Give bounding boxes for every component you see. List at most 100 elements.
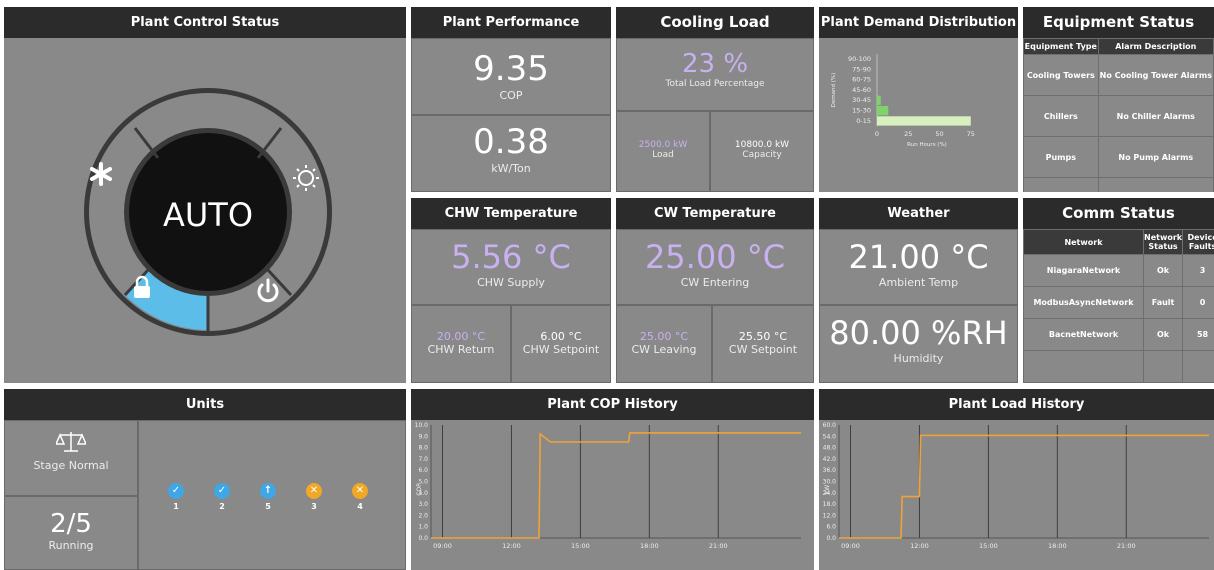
- humidity-value: 80.00 %RH: [829, 314, 1008, 352]
- running-label: Running: [48, 539, 94, 552]
- scale-icon: [54, 432, 88, 452]
- check-icon: ✓: [168, 483, 184, 499]
- units-panel: Units Stage Normal 2/5 Running ✓ 1 ✓ 2 ↑ 5 ✕ 3 ✕…: [4, 389, 406, 570]
- cooling-load-panel: Cooling Load 23 % Total Load Percentage …: [616, 7, 814, 192]
- chw-temperature-panel: CHW Temperature 5.56 °C CHW Supply 20.00…: [411, 198, 611, 383]
- tick-label: 6.0: [418, 467, 428, 474]
- tick-label: 12:00: [910, 542, 929, 550]
- ambient-temp-label: Ambient Temp: [878, 276, 959, 289]
- device-faults: 3: [1182, 254, 1214, 287]
- tick-label: 48.0: [823, 445, 837, 452]
- table-row[interactable]: ModbusAsyncNetwork Fault 0: [1023, 286, 1214, 319]
- table-row[interactable]: Cooling Towers No Cooling Tower Alarms: [1023, 54, 1214, 96]
- mode-label: AUTO: [163, 196, 253, 234]
- unit-item[interactable]: ✓ 2: [211, 483, 233, 511]
- tick-label: 75-90: [852, 65, 871, 73]
- network-status: Ok: [1142, 318, 1184, 351]
- panel-title: CHW Temperature: [411, 198, 611, 229]
- unit-id: 5: [265, 502, 271, 511]
- panel-title: CW Temperature: [616, 198, 814, 229]
- panel-title: Weather: [819, 198, 1018, 229]
- network-name: BacnetNetwork: [1023, 318, 1144, 351]
- check-icon: ✓: [214, 483, 230, 499]
- load-value: 2500.0 kW: [638, 140, 688, 150]
- column-header: Alarm Description: [1097, 38, 1214, 55]
- tick-label: 09:00: [433, 542, 452, 550]
- table-row[interactable]: Chillers No Chiller Alarms: [1023, 95, 1214, 137]
- panel-title: Comm Status: [1023, 198, 1214, 229]
- tick-label: 18.0: [823, 501, 837, 508]
- column-header: Equipment Type: [1023, 38, 1099, 55]
- mode-dial: AUTO: [84, 88, 332, 336]
- unit-id: 3: [311, 502, 317, 511]
- cw-temperature-panel: CW Temperature 25.00 °C CW Entering 25.0…: [616, 198, 814, 383]
- tick-label: 0.0: [418, 535, 428, 542]
- unit-item[interactable]: ↑ 5: [257, 483, 279, 511]
- table-row[interactable]: BacnetNetwork Ok 58: [1023, 318, 1214, 351]
- alarm-description: No Cooling Tower Alarms: [1097, 54, 1214, 96]
- unit-item[interactable]: ✕ 3: [303, 483, 325, 511]
- capacity-label: Capacity: [742, 150, 782, 160]
- tick-label: 21:00: [709, 542, 728, 550]
- tick-label: 10.0: [415, 422, 429, 429]
- tick-label: 54.0: [823, 433, 837, 440]
- device-faults: 0: [1182, 286, 1214, 319]
- tick-label: 36.0: [823, 467, 837, 474]
- chw-setpoint-value: 6.00 °C: [540, 330, 582, 343]
- unit-id: 2: [219, 502, 225, 511]
- tick-label: 1.0: [418, 524, 428, 531]
- load-percent-value: 23 %: [681, 49, 749, 79]
- ambient-temp-value: 21.00 °C: [848, 238, 989, 276]
- tick-label: 30-45: [852, 96, 871, 104]
- alarm-description: No Chiller Alarms: [1097, 95, 1214, 137]
- unit-id: 1: [173, 502, 179, 511]
- cop-value: 9.35: [473, 49, 549, 89]
- cop-history-panel: Plant COP History 0.0 1.0 2.0 3.0 4.0 5.0 6.0 7…: [411, 389, 814, 570]
- equipment-table: Equipment Type Alarm Description Cooling…: [1023, 38, 1214, 192]
- panel-title: Plant Demand Distribution: [819, 7, 1018, 38]
- cw-leaving-value: 25.00 °C: [639, 330, 689, 343]
- y-axis-label: COP: [416, 483, 423, 496]
- tick-label: 0-15: [856, 117, 871, 125]
- chw-supply-value: 5.56 °C: [451, 238, 571, 276]
- series-line: [839, 434, 1209, 539]
- tick-label: 9.0: [418, 433, 428, 440]
- unit-item[interactable]: ✕ 4: [349, 483, 371, 511]
- table-row[interactable]: Pumps No Pump Alarms: [1023, 136, 1214, 178]
- x-axis-label: Run Hours (%): [907, 142, 947, 148]
- table-row[interactable]: NiagaraNetwork Ok 3: [1023, 254, 1214, 287]
- tick-label: 45-60: [852, 86, 871, 94]
- tick-label: 8.0: [418, 445, 428, 452]
- cw-entering-value: 25.00 °C: [644, 238, 786, 276]
- cw-leaving-label: CW Leaving: [631, 343, 697, 356]
- column-header: Device Faults: [1182, 229, 1214, 255]
- tick-label: 60-75: [852, 76, 871, 84]
- cw-setpoint-label: CW Setpoint: [728, 343, 798, 356]
- panel-title: Cooling Load: [616, 7, 814, 38]
- humidity-label: Humidity: [893, 352, 944, 365]
- unit-item[interactable]: ✓ 1: [165, 483, 187, 511]
- demand-chart: 90-100 75-90 60-75 45-60 30-45 15-30 0-15 0 25 50…: [831, 54, 975, 148]
- unit-list: ✓ 1 ✓ 2 ↑ 5 ✕ 3 ✕ 4: [138, 420, 406, 570]
- network-status: Ok: [1142, 254, 1184, 287]
- column-header: Network: [1023, 229, 1144, 255]
- series-line: [431, 432, 801, 539]
- bar: [877, 95, 881, 105]
- panel-title: Plant Control Status: [4, 7, 406, 38]
- running-value: 2/5: [50, 509, 92, 539]
- cw-entering-label: CW Entering: [680, 276, 750, 289]
- panel-title: Units: [4, 389, 406, 420]
- equipment-status-panel: Equipment Status Equipment Type Alarm De…: [1023, 7, 1214, 192]
- cop-history-chart: 0.01.02.03.04.05.06.07.08.09.010.009:00 1…: [415, 422, 801, 550]
- tick-label: 3.0: [418, 501, 428, 508]
- tick-label: 90-100: [848, 55, 871, 63]
- kwton-value: 0.38: [473, 122, 549, 162]
- panel-title: Plant COP History: [411, 389, 814, 420]
- tick-label: 18:00: [640, 542, 659, 550]
- tick-label: 30.0: [823, 479, 837, 486]
- equipment-type: Chillers: [1023, 95, 1099, 137]
- tick-label: 60.0: [823, 422, 837, 429]
- plant-control-panel: Plant Control Status AUTO: [4, 7, 406, 383]
- unit-id: 4: [357, 502, 363, 511]
- stage-label: Stage Normal: [33, 459, 109, 472]
